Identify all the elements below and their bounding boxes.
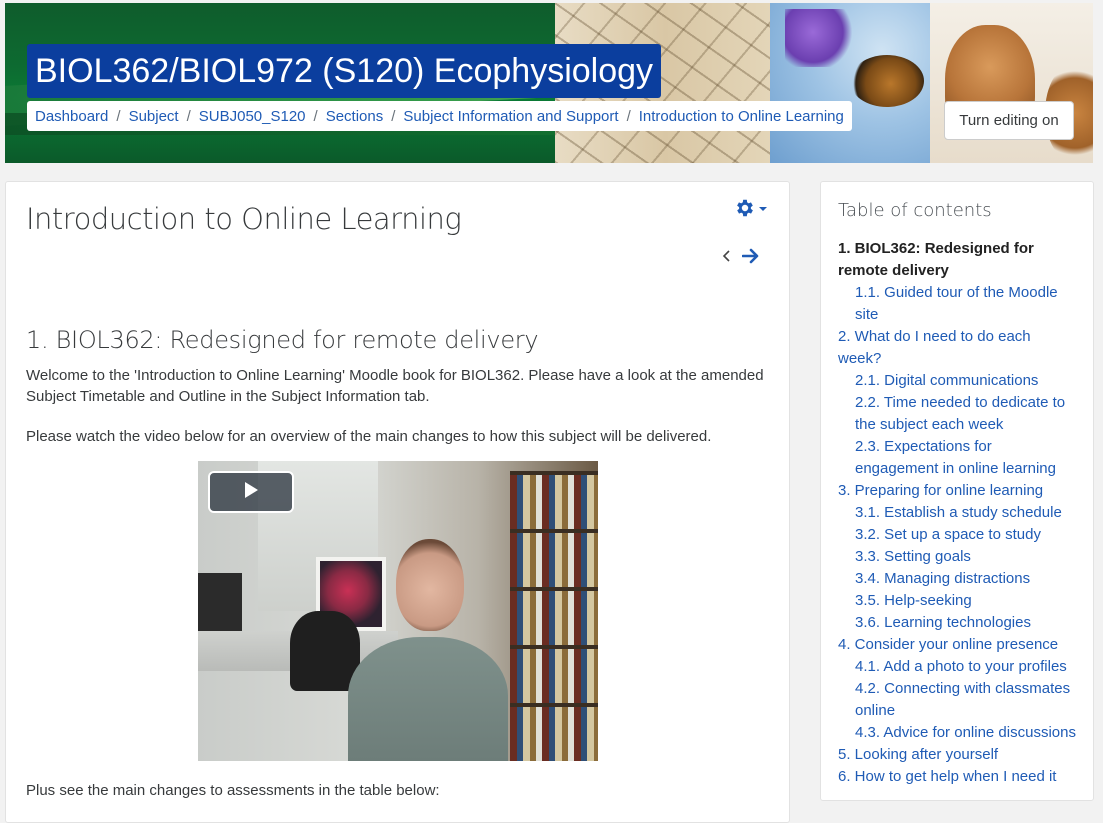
toc-link[interactable]: 2.2. Time needed to dedicate to the subj… bbox=[855, 394, 1065, 433]
toc-link[interactable]: 2.3. Expectations for engagement in onli… bbox=[855, 438, 1056, 477]
toc-link[interactable]: 4.1. Add a photo to your profiles bbox=[855, 658, 1067, 675]
toc-item: 1. BIOL362: Redesigned for remote delive… bbox=[838, 238, 1078, 282]
toc-item: 2.3. Expectations for engagement in onli… bbox=[838, 436, 1078, 480]
toc-item: 4.3. Advice for online discussions bbox=[838, 722, 1078, 744]
toc-link[interactable]: 2.1. Digital communications bbox=[855, 372, 1038, 389]
breadcrumb-dashboard[interactable]: Dashboard bbox=[35, 108, 108, 125]
assessment-paragraph: Plus see the main changes to assessments… bbox=[26, 782, 440, 799]
play-button[interactable] bbox=[208, 471, 294, 513]
toc-link[interactable]: 4.3. Advice for online discussions bbox=[855, 724, 1076, 741]
toc-item: 3.4. Managing distractions bbox=[838, 568, 1078, 590]
toc-link[interactable]: 3.3. Setting goals bbox=[855, 548, 971, 565]
video-chair bbox=[290, 611, 360, 691]
toc-item: 3.1. Establish a study schedule bbox=[838, 502, 1078, 524]
toc-link[interactable]: 3.6. Learning technologies bbox=[855, 614, 1031, 631]
arrow-right-icon[interactable] bbox=[741, 248, 760, 269]
toc-item: 4. Consider your online presence bbox=[838, 634, 1078, 656]
toc-item: 2.1. Digital communications bbox=[838, 370, 1078, 392]
breadcrumb-separator: / bbox=[391, 107, 396, 125]
video-player[interactable] bbox=[198, 461, 598, 761]
gear-icon bbox=[734, 197, 756, 224]
toc-link[interactable]: 3.1. Establish a study schedule bbox=[855, 504, 1062, 521]
toc-item: 3.6. Learning technologies bbox=[838, 612, 1078, 634]
toc-item-current: 1. BIOL362: Redesigned for remote delive… bbox=[838, 240, 1034, 279]
toc-link[interactable]: 3.4. Managing distractions bbox=[855, 570, 1030, 587]
toc-title: Table of contents bbox=[838, 200, 992, 221]
video-intro-paragraph: Please watch the video below for an over… bbox=[26, 428, 712, 445]
video-bookshelf bbox=[510, 471, 598, 761]
toc-link[interactable]: 3. Preparing for online learning bbox=[838, 482, 1043, 499]
breadcrumb-separator: / bbox=[626, 107, 631, 125]
toc-item: 3. Preparing for online learning bbox=[838, 480, 1078, 502]
video-monitor bbox=[198, 573, 242, 633]
table-of-contents-block: Table of contents 1. BIOL362: Redesigned… bbox=[820, 181, 1094, 801]
chevron-down-icon bbox=[758, 201, 768, 219]
breadcrumb-current-page[interactable]: Introduction to Online Learning bbox=[639, 108, 844, 125]
breadcrumb-separator: / bbox=[116, 107, 121, 125]
banner-bee bbox=[850, 55, 924, 107]
toc-link[interactable]: 4.2. Connecting with classmates online bbox=[855, 680, 1070, 719]
settings-menu-button[interactable] bbox=[734, 196, 772, 224]
chevron-left-icon[interactable] bbox=[722, 249, 732, 268]
toc-link[interactable]: 2. What do I need to do each week? bbox=[838, 328, 1031, 367]
toc-link[interactable]: 3.2. Set up a space to study bbox=[855, 526, 1041, 543]
breadcrumb-separator: / bbox=[313, 107, 318, 125]
toc-link[interactable]: 5. Looking after yourself bbox=[838, 746, 998, 763]
section-heading: 1. BIOL362: Redesigned for remote delive… bbox=[26, 326, 539, 354]
play-icon bbox=[243, 481, 259, 504]
toc-link[interactable]: 3.5. Help-seeking bbox=[855, 592, 972, 609]
intro-paragraph: Welcome to the 'Introduction to Online L… bbox=[26, 367, 764, 405]
breadcrumb-subject-info[interactable]: Subject Information and Support bbox=[403, 108, 618, 125]
toc-link[interactable]: 1.1. Guided tour of the Moodle site bbox=[855, 284, 1058, 323]
breadcrumb-subject[interactable]: Subject bbox=[129, 108, 179, 125]
toc-item: 5. Looking after yourself bbox=[838, 744, 1078, 766]
toc-link[interactable]: 4. Consider your online presence bbox=[838, 636, 1058, 653]
toc-item: 3.2. Set up a space to study bbox=[838, 524, 1078, 546]
course-title: BIOL362/BIOL972 (S120) Ecophysiology bbox=[27, 44, 662, 98]
toc-item: 6. How to get help when I need it bbox=[838, 766, 1078, 788]
page-title: Introduction to Online Learning bbox=[26, 202, 462, 236]
breadcrumb-separator: / bbox=[186, 107, 191, 125]
toc-item: 1.1. Guided tour of the Moodle site bbox=[838, 282, 1078, 326]
banner-flower bbox=[785, 9, 855, 67]
toc-item: 3.3. Setting goals bbox=[838, 546, 1078, 568]
toc-item: 4.2. Connecting with classmates online bbox=[838, 678, 1078, 722]
main-content-card: Introduction to Online Learning 1. BIOL3… bbox=[5, 181, 790, 823]
toc-list: 1. BIOL362: Redesigned for remote delive… bbox=[838, 238, 1078, 788]
toc-item: 2. What do I need to do each week? bbox=[838, 326, 1078, 370]
toc-link[interactable]: 6. How to get help when I need it bbox=[838, 768, 1056, 785]
book-navigation bbox=[722, 246, 766, 270]
video-presenter-body bbox=[348, 637, 508, 761]
video-presenter-head bbox=[396, 539, 464, 631]
toc-item: 3.5. Help-seeking bbox=[838, 590, 1078, 612]
breadcrumb-sections[interactable]: Sections bbox=[326, 108, 384, 125]
toc-item: 2.2. Time needed to dedicate to the subj… bbox=[838, 392, 1078, 436]
toc-item: 4.1. Add a photo to your profiles bbox=[838, 656, 1078, 678]
turn-editing-on-button[interactable]: Turn editing on bbox=[944, 101, 1074, 140]
breadcrumb: Dashboard / Subject / SUBJ050_S120 / Sec… bbox=[27, 101, 852, 131]
breadcrumb-subject-code[interactable]: SUBJ050_S120 bbox=[199, 108, 306, 125]
